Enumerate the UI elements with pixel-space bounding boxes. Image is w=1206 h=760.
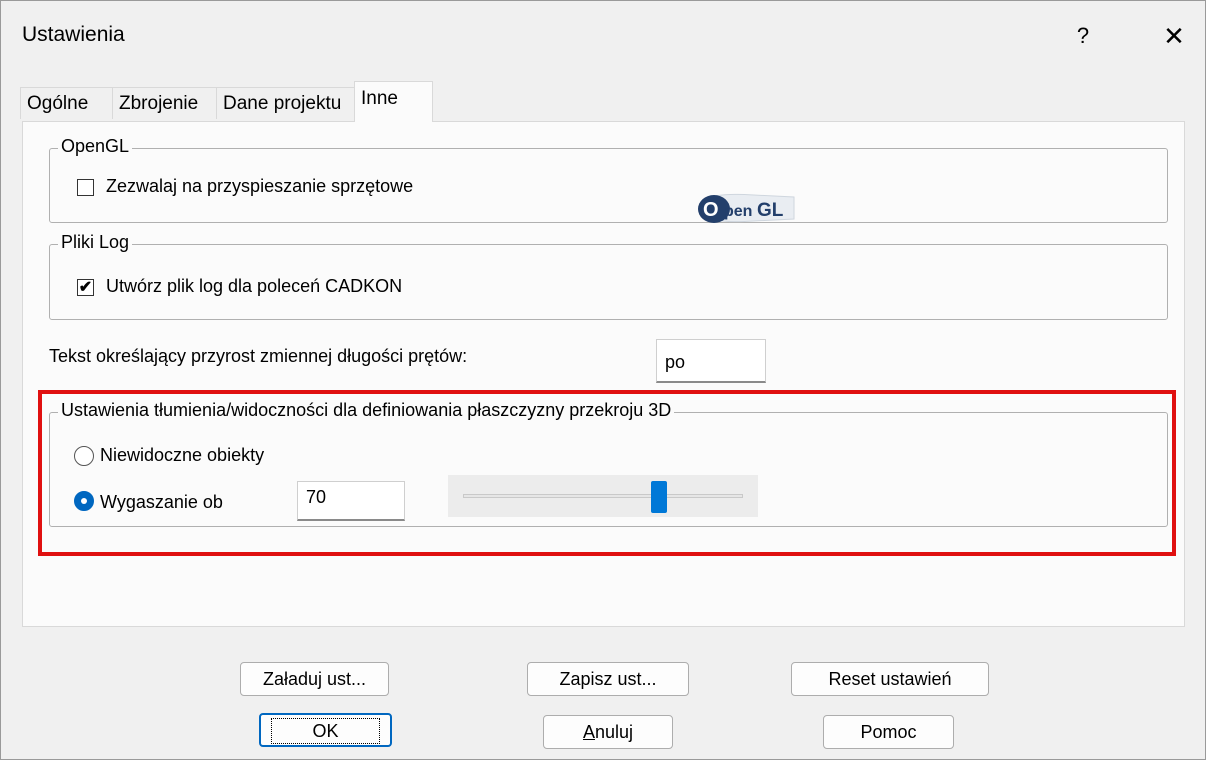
svg-text:GL: GL <box>757 200 784 221</box>
create-log-label: Utwórz plik log dla poleceń CADKON <box>106 276 403 296</box>
increment-text-label: Tekst określający przyrost zmiennej dług… <box>49 346 468 366</box>
log-files-group: Pliki Log ✔ Utwórz plik log dla poleceń … <box>49 232 1168 320</box>
cancel-button-label: nuluj <box>594 722 634 742</box>
invisible-objects-radio[interactable] <box>74 446 94 466</box>
cancel-mnemonic: A <box>582 722 595 742</box>
close-icon[interactable]: ✕ <box>1157 19 1191 53</box>
load-settings-button[interactable]: Załaduj ust... <box>240 662 389 696</box>
fade-slider-track[interactable] <box>463 494 743 498</box>
svg-text:O: O <box>703 199 719 221</box>
opengl-logo: O pen GL <box>694 189 814 227</box>
tab-project-data[interactable]: Dane projektu <box>216 87 355 119</box>
create-log-checkbox[interactable]: ✔ <box>77 279 94 296</box>
tab-other[interactable]: Inne <box>354 81 433 122</box>
fade-slider-thumb[interactable] <box>651 481 667 513</box>
tab-reinforcement[interactable]: Zbrojenie <box>112 87 217 119</box>
opengl-group-label: OpenGL <box>58 136 133 157</box>
ok-button[interactable]: OK <box>259 713 392 747</box>
invisible-objects-label: Niewidoczne obiekty <box>100 445 265 465</box>
title-bar: Ustawienia ? ✕ <box>1 1 1205 79</box>
cancel-button[interactable]: Anuluj <box>543 715 673 749</box>
help-icon[interactable]: ? <box>1068 19 1098 53</box>
reset-settings-button[interactable]: Reset ustawień <box>791 662 989 696</box>
increment-text-input[interactable]: po <box>656 339 766 383</box>
tab-panel-other: OpenGL Zezwalaj na przyspieszanie sprzęt… <box>22 121 1185 627</box>
opengl-group: OpenGL Zezwalaj na przyspieszanie sprzęt… <box>49 136 1168 223</box>
hw-accel-checkbox[interactable] <box>77 179 94 196</box>
save-settings-button[interactable]: Zapisz ust... <box>527 662 689 696</box>
settings-dialog: Ustawienia ? ✕ Ogólne Zbrojenie Dane pro… <box>0 0 1206 760</box>
help-button[interactable]: Pomoc <box>823 715 954 749</box>
svg-text:pen: pen <box>724 203 752 220</box>
ok-button-label: OK <box>271 718 380 744</box>
fade-value-input[interactable]: 70 <box>297 481 405 521</box>
log-files-group-label: Pliki Log <box>58 232 133 253</box>
hw-accel-label: Zezwalaj na przyspieszanie sprzętowe <box>106 176 414 196</box>
section-plane-group-label: Ustawienia tłumienia/widoczności dla def… <box>58 400 675 421</box>
dialog-title: Ustawienia <box>22 23 125 46</box>
fade-objects-label: Wygaszanie ob <box>100 492 223 512</box>
fade-objects-radio[interactable] <box>74 491 94 511</box>
fade-slider[interactable] <box>448 475 758 517</box>
tab-general[interactable]: Ogólne <box>20 87 113 119</box>
